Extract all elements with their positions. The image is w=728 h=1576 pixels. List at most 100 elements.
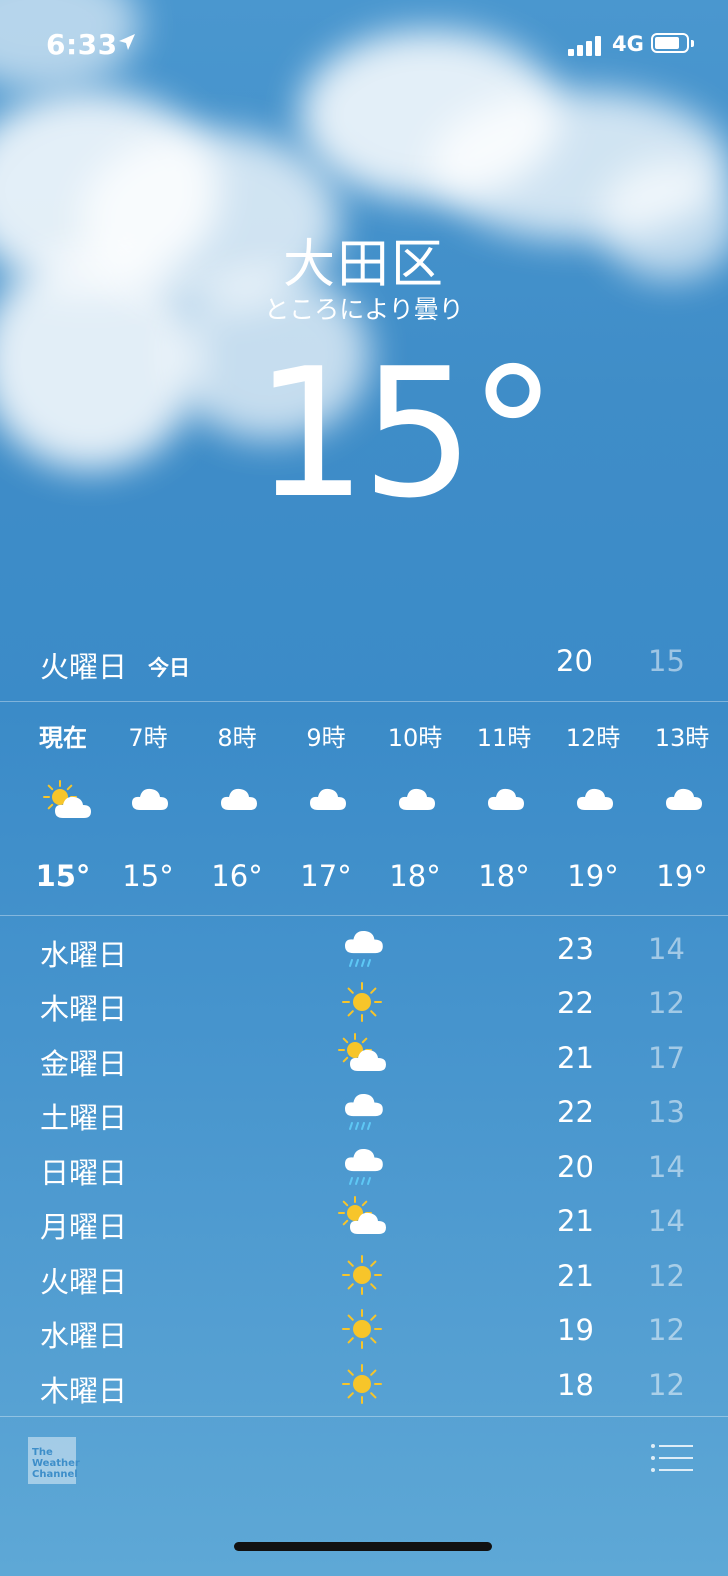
day-name: 水曜日 (40, 938, 128, 972)
sun-icon (338, 1360, 388, 1408)
hourly-item: 11時 18° (459, 704, 549, 914)
cellular-signal-icon (568, 36, 601, 56)
hour-label: 10時 (387, 724, 443, 752)
day-name: 土曜日 (40, 1101, 128, 1135)
day-high: 22 (557, 1095, 594, 1129)
hourly-item: 8時 16° (192, 704, 282, 914)
day-high: 21 (557, 1204, 594, 1238)
hour-label: 12時 (565, 724, 621, 752)
battery-icon (651, 33, 694, 53)
day-low: 12 (648, 1313, 685, 1347)
day-name: 火曜日 (40, 1265, 128, 1299)
sun-icon (338, 1251, 388, 1299)
daily-row: 土曜日 22 13 (0, 1085, 728, 1139)
current-temperature-value: 15 (254, 330, 474, 537)
location-arrow-icon (119, 34, 135, 50)
day-high: 18 (557, 1368, 594, 1402)
degree-symbol: ° (468, 330, 558, 537)
day-low: 17 (648, 1041, 685, 1075)
daily-row: 火曜日 21 12 (0, 1249, 728, 1303)
cloud-icon (306, 780, 350, 820)
daily-row: 木曜日 22 12 (0, 976, 728, 1030)
day-high: 23 (557, 932, 594, 966)
hourly-forecast[interactable]: 現在 15° 7時 15° 8時 16° 9時 17° 10時 18° 11時 … (0, 704, 728, 914)
day-low: 12 (648, 1259, 685, 1293)
day-high: 19 (557, 1313, 594, 1347)
current-temperature: 15° (254, 345, 558, 523)
sun-cloud-icon (338, 1033, 388, 1081)
hour-label: 現在 (39, 724, 87, 752)
day-name: 水曜日 (40, 1319, 128, 1353)
cloud-icon (662, 780, 706, 820)
hour-temp: 16° (211, 859, 263, 893)
day-name: 月曜日 (40, 1210, 128, 1244)
hour-temp: 15° (122, 859, 174, 893)
weather-condition: ところにより曇り (264, 295, 464, 324)
hour-label: 11時 (476, 724, 532, 752)
cloud-icon (395, 780, 439, 820)
hour-label: 8時 (217, 724, 257, 752)
cloud-icon (484, 780, 528, 820)
hour-temp: 17° (300, 859, 352, 893)
day-low: 14 (648, 932, 685, 966)
weather-channel-logo[interactable]: The Weather Channel (28, 1437, 80, 1484)
today-high: 20 (556, 644, 593, 678)
network-type: 4G (612, 32, 644, 56)
hour-label: 7時 (128, 724, 168, 752)
hourly-item: 10時 18° (370, 704, 460, 914)
daily-row: 水曜日 19 12 (0, 1303, 728, 1357)
divider (0, 701, 728, 702)
rain-cloud-icon (338, 924, 388, 972)
sun-cloud-icon (43, 780, 91, 820)
day-high: 21 (557, 1259, 594, 1293)
hourly-item: 現在 15° (18, 704, 108, 914)
status-time: 6:33 (46, 28, 118, 61)
day-high: 20 (557, 1150, 594, 1184)
day-low: 12 (648, 986, 685, 1020)
today-day: 火曜日 (40, 650, 128, 684)
hour-temp: 18° (389, 859, 441, 893)
city-list-icon[interactable] (650, 1443, 694, 1473)
home-indicator[interactable] (234, 1542, 492, 1551)
daily-row: 水曜日 23 14 (0, 922, 728, 976)
day-low: 13 (648, 1095, 685, 1129)
day-low: 14 (648, 1204, 685, 1238)
sun-icon (338, 1305, 388, 1353)
hour-label: 13時 (654, 724, 710, 752)
hourly-item: 9時 17° (281, 704, 371, 914)
today-row: 火曜日 今日 20 15 (40, 640, 690, 684)
hour-temp: 19° (656, 859, 708, 893)
hour-temp: 15° (35, 859, 91, 893)
divider (0, 915, 728, 916)
today-low: 15 (648, 644, 685, 678)
day-name: 金曜日 (40, 1047, 128, 1081)
day-high: 22 (557, 986, 594, 1020)
daily-row: 日曜日 20 14 (0, 1140, 728, 1194)
daily-row: 金曜日 21 17 (0, 1031, 728, 1085)
today-tag: 今日 (148, 656, 190, 680)
hourly-item: 7時 15° (103, 704, 193, 914)
hour-temp: 19° (567, 859, 619, 893)
hour-label: 9時 (306, 724, 346, 752)
hourly-item: 13時 19° (637, 704, 727, 914)
hour-temp: 18° (478, 859, 530, 893)
hourly-item: 12時 19° (548, 704, 638, 914)
footer: The Weather Channel (0, 1417, 728, 1576)
day-low: 12 (648, 1368, 685, 1402)
sun-icon (338, 978, 388, 1026)
day-low: 14 (648, 1150, 685, 1184)
cloud-icon (573, 780, 617, 820)
day-name: 木曜日 (40, 1374, 128, 1408)
daily-row: 月曜日 21 14 (0, 1194, 728, 1248)
city-name: 大田区 (282, 235, 445, 295)
rain-cloud-icon (338, 1087, 388, 1135)
sun-cloud-icon (338, 1196, 388, 1244)
cloud-icon (217, 780, 261, 820)
cloud-icon (128, 780, 172, 820)
daily-row: 木曜日 18 12 (0, 1358, 728, 1412)
day-name: 日曜日 (40, 1156, 128, 1190)
day-high: 21 (557, 1041, 594, 1075)
status-bar: 6:33 4G (0, 0, 728, 90)
day-name: 木曜日 (40, 992, 128, 1026)
rain-cloud-icon (338, 1142, 388, 1190)
